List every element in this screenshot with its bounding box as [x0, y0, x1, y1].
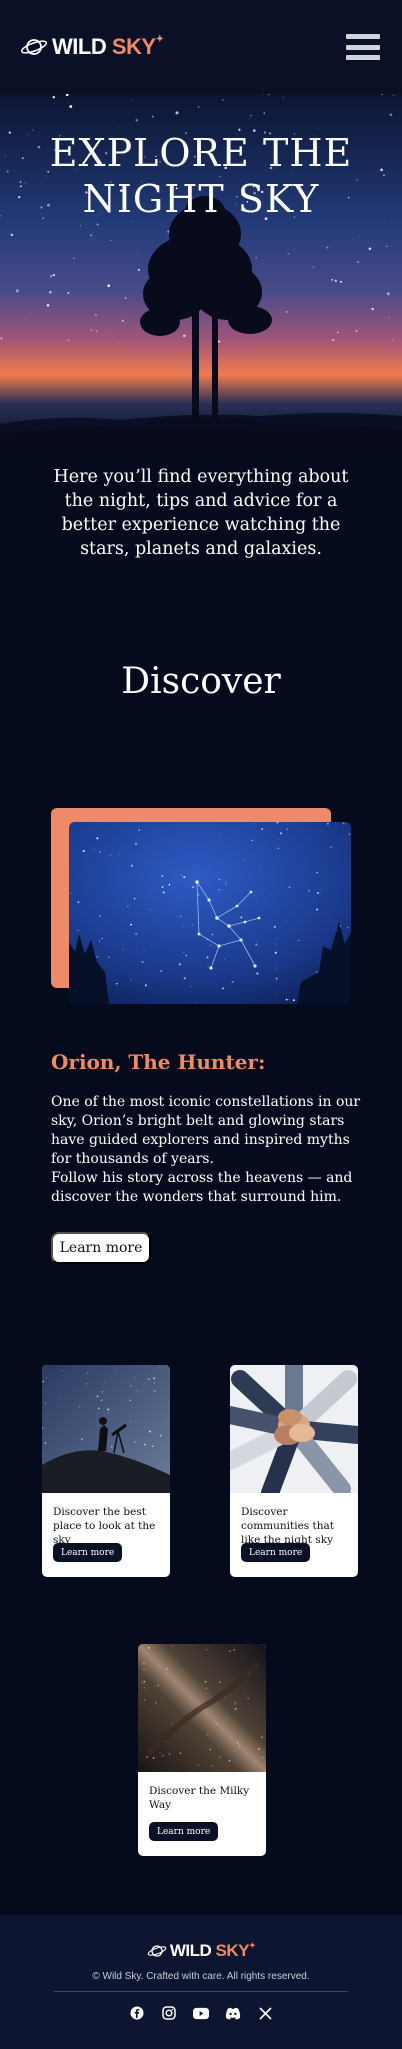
hamburger-menu-icon[interactable]: [346, 34, 380, 60]
feature-text: One of the most iconic constellations in…: [51, 1093, 361, 1207]
footer-brand-name: WILD SKY✦: [169, 1941, 256, 1961]
discord-icon[interactable]: [225, 2005, 241, 2021]
youtube-icon[interactable]: [193, 2005, 209, 2021]
instagram-icon[interactable]: [161, 2005, 177, 2021]
x-icon[interactable]: [257, 2005, 273, 2021]
footer-divider: [54, 1991, 348, 1992]
page: WILD SKY✦ EXPLORE THE NIGHT SKY Here you…: [0, 0, 402, 2049]
feature-learn-more-button[interactable]: Learn more: [51, 1232, 151, 1264]
card-text: Discover communities that like the night…: [241, 1506, 334, 1546]
feature-paragraph-2: Follow his story across the heavens — an…: [51, 1170, 353, 1205]
hero-image: EXPLORE THE NIGHT SKY: [0, 94, 402, 454]
planet-icon: [147, 1945, 167, 1957]
stargazer-image: [42, 1365, 170, 1493]
footer-brand-second: SKY: [215, 1941, 250, 1960]
brand-second: SKY: [111, 34, 156, 59]
card-text: Discover the Milky Way: [149, 1785, 250, 1811]
copyright-text: © Wild Sky. Crafted with care. All right…: [92, 1971, 310, 1982]
site-header: WILD SKY✦: [0, 0, 402, 94]
footer-logo[interactable]: WILD SKY✦: [0, 1941, 402, 1961]
brand-logo[interactable]: WILD SKY✦: [20, 34, 164, 60]
site-footer: WILD SKY✦ © Wild Sky. Crafted with care.…: [0, 1915, 402, 2049]
star-icon: ✦: [248, 1941, 256, 1950]
feature-paragraph-1: One of the most iconic constellations in…: [51, 1094, 361, 1167]
orion-constellation-image: [69, 822, 351, 1004]
hands-together-image: [230, 1365, 358, 1493]
social-links: [0, 2005, 402, 2021]
footer-brand-first: WILD: [169, 1941, 212, 1960]
hero-title-line1: EXPLORE THE: [49, 131, 353, 175]
facebook-icon[interactable]: [129, 2005, 145, 2021]
card-learn-more-button[interactable]: Learn more: [241, 1543, 311, 1562]
hero-description: Here you’ll find everything about the ni…: [53, 467, 349, 559]
feature-image-frame: [51, 808, 351, 1004]
star-icon: ✦: [155, 34, 164, 45]
card-learn-more-button[interactable]: Learn more: [149, 1822, 219, 1841]
card-best-place[interactable]: Discover the best place to look at the s…: [42, 1365, 170, 1577]
feature-title: Orion, The Hunter:: [51, 1050, 266, 1074]
brand-name: WILD SKY✦: [52, 34, 164, 60]
card-communities[interactable]: Discover communities that like the night…: [230, 1365, 358, 1577]
milky-way-image: [138, 1644, 266, 1772]
brand-first: WILD: [52, 34, 107, 59]
card-milky-way[interactable]: Discover the Milky Way Learn more: [138, 1644, 266, 1856]
hero-title: EXPLORE THE NIGHT SKY: [0, 130, 402, 222]
card-text: Discover the best place to look at the s…: [53, 1506, 156, 1546]
card-learn-more-button[interactable]: Learn more: [53, 1543, 123, 1562]
planet-icon: [20, 39, 48, 55]
discover-heading: Discover: [121, 661, 281, 702]
hero-title-line2: NIGHT SKY: [82, 177, 320, 221]
